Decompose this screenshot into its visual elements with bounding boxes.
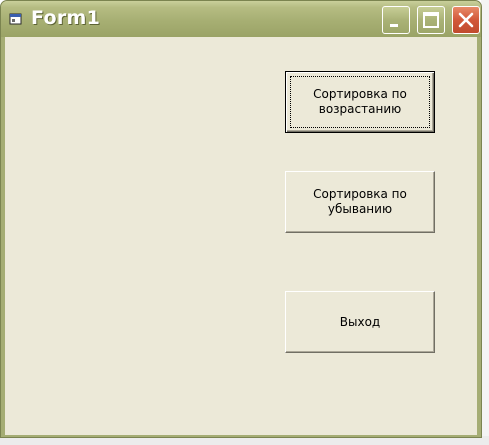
sort-descending-label: Сортировка по убыванию <box>313 187 407 216</box>
form-icon[interactable] <box>8 11 24 27</box>
form-client-area: Сортировка по возрастанию Сортировка по … <box>5 37 477 435</box>
form-window: Form1 Сортировка по возрастанию Сортиров… <box>0 0 482 438</box>
window-title: Form1 <box>31 7 101 29</box>
exit-button[interactable]: Выход <box>285 291 435 353</box>
maximize-icon <box>423 12 439 28</box>
close-button[interactable] <box>452 6 480 34</box>
maximize-button[interactable] <box>417 6 445 34</box>
title-bar[interactable]: Form1 <box>1 1 481 37</box>
close-icon <box>458 12 474 28</box>
minimize-button[interactable] <box>382 6 410 34</box>
sort-descending-button[interactable]: Сортировка по убыванию <box>285 171 435 233</box>
exit-label: Выход <box>339 314 381 329</box>
sort-ascending-button[interactable]: Сортировка по возрастанию <box>285 71 435 133</box>
sort-ascending-label: Сортировка по возрастанию <box>313 87 407 116</box>
background-strip-right <box>481 0 489 445</box>
minimize-icon <box>390 24 398 27</box>
